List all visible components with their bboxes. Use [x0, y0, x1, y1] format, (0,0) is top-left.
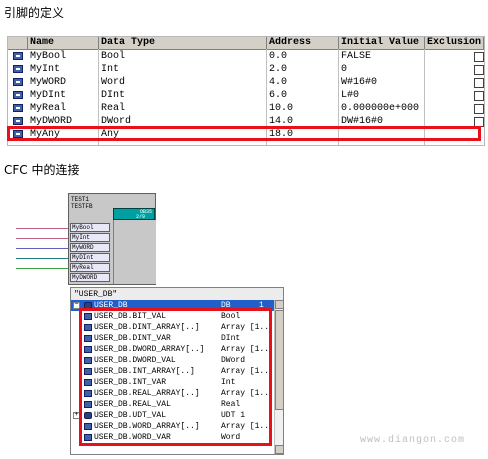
row-address: 4.0: [269, 77, 288, 88]
row-address: 0.0: [269, 51, 288, 62]
wire: [16, 258, 69, 259]
wire: [16, 228, 69, 229]
row-type[interactable]: Real: [99, 102, 266, 115]
table-header: Name Data Type Address Initial Value Exc…: [8, 37, 484, 50]
scroll-thumb[interactable]: [275, 310, 283, 410]
scroll-up-icon[interactable]: [275, 300, 283, 309]
row-address: 10.0: [269, 103, 294, 114]
exclusion-checkbox[interactable]: [474, 91, 484, 101]
row-name[interactable]: MyReal: [28, 102, 98, 115]
variable-icon: [13, 91, 23, 99]
exclusion-checkbox[interactable]: [474, 78, 484, 88]
block-instance-name: TEST1: [71, 196, 90, 203]
input-pin[interactable]: MyWORD: [70, 243, 110, 252]
row-initial[interactable]: L#0: [339, 89, 424, 102]
header-initial-value[interactable]: Initial Value: [339, 37, 425, 49]
popup-scrollbar[interactable]: [274, 300, 283, 454]
header-name[interactable]: Name: [28, 37, 99, 49]
block-type-name: TESTFB: [71, 203, 93, 210]
input-pin[interactable]: MyInt: [70, 233, 110, 242]
popup-title: "USER_DB": [74, 290, 118, 299]
wire: [16, 248, 69, 249]
wire: [16, 238, 69, 239]
variable-icon: [13, 65, 23, 73]
row-type[interactable]: Bool: [99, 50, 266, 63]
header-address[interactable]: Address: [267, 37, 339, 49]
variable-icon: [13, 104, 23, 112]
header-icon-col[interactable]: [8, 37, 28, 49]
row-name[interactable]: MyWORD: [28, 76, 98, 89]
cfc-connection-heading: CFC 中的连接: [4, 163, 80, 177]
row-name[interactable]: MyBool: [28, 50, 98, 63]
table-row[interactable]: MyBool Bool 0.0 FALSE: [8, 50, 484, 63]
row-type[interactable]: Word: [99, 76, 266, 89]
table-row[interactable]: MyReal Real 10.0 0.000000e+000: [8, 102, 484, 115]
runtime-group-box: OB35 2/9: [113, 208, 155, 220]
input-pin[interactable]: MyReal: [70, 263, 110, 272]
input-pin[interactable]: MyBool: [70, 223, 110, 232]
header-exclusion[interactable]: Exclusion: [425, 37, 484, 49]
input-pin[interactable]: MyDInt: [70, 253, 110, 262]
wire: [16, 268, 69, 269]
table-row[interactable]: MyInt Int 2.0 0: [8, 63, 484, 76]
row-type[interactable]: Int: [99, 63, 266, 76]
block-output-area: [113, 220, 156, 284]
myany-highlight-box: [7, 126, 481, 141]
row-name[interactable]: MyDInt: [28, 89, 98, 102]
row-type[interactable]: DInt: [99, 89, 266, 102]
row-name[interactable]: MyInt: [28, 63, 98, 76]
row-address: 6.0: [269, 90, 288, 101]
pin-definition-heading: 引脚的定义: [4, 6, 65, 20]
table-row[interactable]: MyWORD Word 4.0 W#16#0: [8, 76, 484, 89]
exclusion-checkbox[interactable]: [474, 52, 484, 62]
variable-icon: [13, 78, 23, 86]
variable-icon: [13, 117, 23, 125]
variable-icon: [13, 52, 23, 60]
cfc-function-block[interactable]: TEST1 TESTFB OB35 2/9 MyBool MyInt MyWOR…: [68, 193, 156, 285]
table-row[interactable]: MyDInt DInt 6.0 L#0: [8, 89, 484, 102]
input-pin[interactable]: MyDWORD: [70, 273, 110, 282]
popup-items-highlight-box: [79, 308, 272, 446]
row-address: 2.0: [269, 64, 288, 75]
row-initial[interactable]: 0.000000e+000: [339, 102, 424, 115]
exclusion-checkbox[interactable]: [474, 104, 484, 114]
scroll-down-icon[interactable]: [275, 445, 283, 454]
exclusion-checkbox[interactable]: [474, 65, 484, 75]
row-initial[interactable]: FALSE: [339, 50, 424, 63]
watermark: www.diangon.com: [360, 435, 466, 446]
header-data-type[interactable]: Data Type: [99, 37, 267, 49]
row-initial[interactable]: 0: [339, 63, 424, 76]
row-initial[interactable]: W#16#0: [339, 76, 424, 89]
